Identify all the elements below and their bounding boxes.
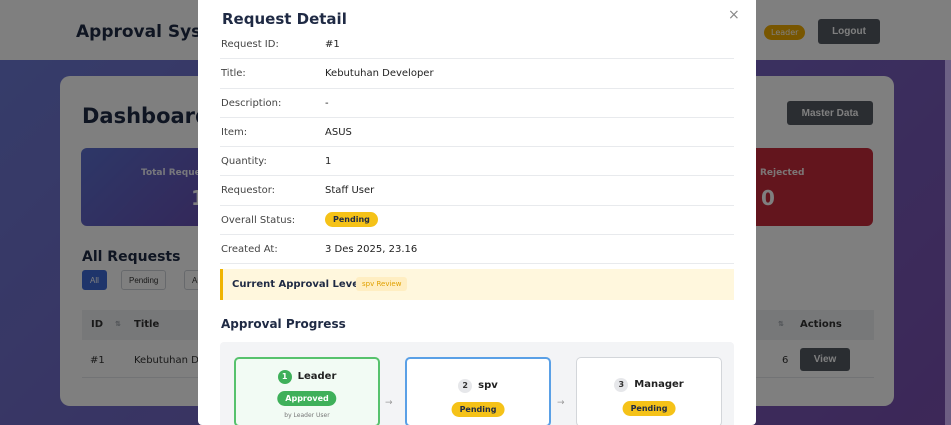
- step-status-badge: Pending: [451, 402, 505, 417]
- status-badge: Pending: [325, 211, 378, 227]
- detail-value: 1: [325, 156, 332, 168]
- detail-row-overall-status: Overall Status: Pending: [220, 206, 734, 236]
- detail-row-title: Title: Kebutuhan Developer: [220, 59, 734, 89]
- close-icon[interactable]: ×: [728, 7, 740, 23]
- step-approver: by Leader User: [284, 412, 330, 419]
- current-approval-level: Current Approval Level: spv Review: [220, 269, 734, 300]
- step-header: 2 spv: [407, 379, 549, 393]
- detail-label: Request ID:: [221, 39, 279, 50]
- detail-row-quantity: Quantity: 1: [220, 147, 734, 177]
- current-level-label: Current Approval Level:: [232, 279, 367, 290]
- step-header: 3 Manager: [577, 378, 721, 392]
- approval-progress-title: Approval Progress: [221, 317, 346, 331]
- arrow-right-icon: →: [385, 398, 393, 408]
- detail-label: Title:: [221, 68, 246, 80]
- step-header: 1 Leader: [236, 370, 378, 384]
- approval-step-spv: 2 spv Pending: [405, 357, 551, 425]
- detail-list: Request ID: #1 Title: Kebutuhan Develope…: [220, 30, 734, 265]
- step-name: Leader: [297, 371, 337, 382]
- request-detail-modal: Request Detail × Request ID: #1 Title: K…: [198, 0, 756, 425]
- detail-label: Item:: [221, 126, 248, 138]
- approval-step-leader: 1 Leader Approved by Leader User: [234, 357, 380, 425]
- step-name: Manager: [634, 379, 684, 390]
- approval-step-manager: 3 Manager Pending: [576, 357, 722, 425]
- detail-label: Requestor:: [221, 185, 276, 197]
- detail-label: Description:: [221, 97, 282, 109]
- step-number: 3: [614, 378, 629, 392]
- detail-value: #1: [325, 39, 340, 50]
- detail-value: Staff User: [325, 185, 375, 197]
- detail-row-item: Item: ASUS: [220, 118, 734, 148]
- step-number: 1: [277, 370, 292, 384]
- detail-label: Created At:: [221, 244, 278, 256]
- detail-row-request-id: Request ID: #1: [220, 30, 734, 60]
- detail-label: Overall Status:: [221, 214, 296, 226]
- detail-value: -: [325, 97, 329, 109]
- step-name: spv: [478, 380, 498, 391]
- step-status-badge: Approved: [277, 391, 337, 406]
- detail-row-created-at: Created At: 3 Des 2025, 23.16: [220, 235, 734, 265]
- detail-value: Kebutuhan Developer: [325, 68, 434, 80]
- approval-progress: 1 Leader Approved by Leader User → 2 spv P…: [220, 342, 734, 425]
- step-status-badge: Pending: [622, 401, 676, 416]
- detail-label: Quantity:: [221, 156, 267, 168]
- detail-row-description: Description: -: [220, 89, 734, 118]
- modal-title: Request Detail: [222, 10, 347, 28]
- step-number: 2: [458, 379, 473, 393]
- detail-value: ASUS: [325, 126, 352, 138]
- current-level-badge: spv Review: [356, 277, 408, 291]
- detail-value: 3 Des 2025, 23.16: [325, 244, 418, 256]
- page-scrollbar[interactable]: [945, 60, 951, 425]
- detail-row-requestor: Requestor: Staff User: [220, 176, 734, 206]
- arrow-right-icon: →: [557, 398, 565, 408]
